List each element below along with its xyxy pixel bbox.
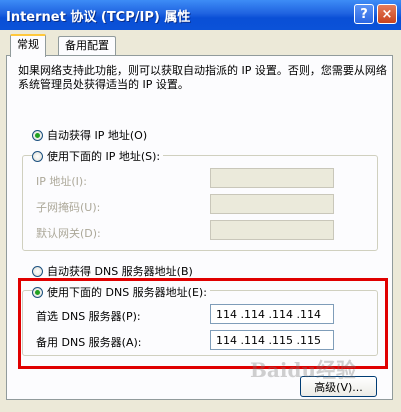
radio-unselected-icon <box>32 265 43 277</box>
tab-general[interactable]: 常规 <box>10 34 46 57</box>
title-bar[interactable]: Internet 协议 (TCP/IP) 属性 ? × <box>0 0 401 30</box>
manual-ip-radio[interactable]: 使用下面的 IP 地址(S): <box>32 148 164 164</box>
ip-address-input[interactable] <box>210 168 334 188</box>
help-button[interactable]: ? <box>354 4 374 24</box>
radio-unselected-icon <box>32 150 43 162</box>
description-text: 如果网络支持此功能，则可以获取自动指派的 IP 设置。否则，您需要从网络系统管理… <box>18 64 387 91</box>
default-gateway-input[interactable] <box>210 220 334 240</box>
watermark: Baidu经验 <box>250 358 356 382</box>
auto-ip-label: 自动获得 IP 地址(O) <box>47 129 148 142</box>
subnet-mask-input[interactable] <box>210 194 334 214</box>
radio-selected-icon <box>32 129 43 141</box>
manual-ip-label: 使用下面的 IP 地址(S): <box>47 150 161 163</box>
subnet-mask-label: 子网掩码(U): <box>36 201 101 214</box>
default-gateway-label: 默认网关(D): <box>36 227 101 240</box>
close-button[interactable]: × <box>377 4 397 24</box>
auto-dns-radio[interactable]: 自动获得 DNS 服务器地址(B) <box>32 263 193 279</box>
auto-dns-label: 自动获得 DNS 服务器地址(B) <box>47 265 193 278</box>
ip-address-label: IP 地址(I): <box>36 175 87 188</box>
auto-ip-radio[interactable]: 自动获得 IP 地址(O) <box>32 127 147 143</box>
tab-alternate-config[interactable]: 备用配置 <box>58 36 116 55</box>
window-title: Internet 协议 (TCP/IP) 属性 <box>6 10 191 25</box>
